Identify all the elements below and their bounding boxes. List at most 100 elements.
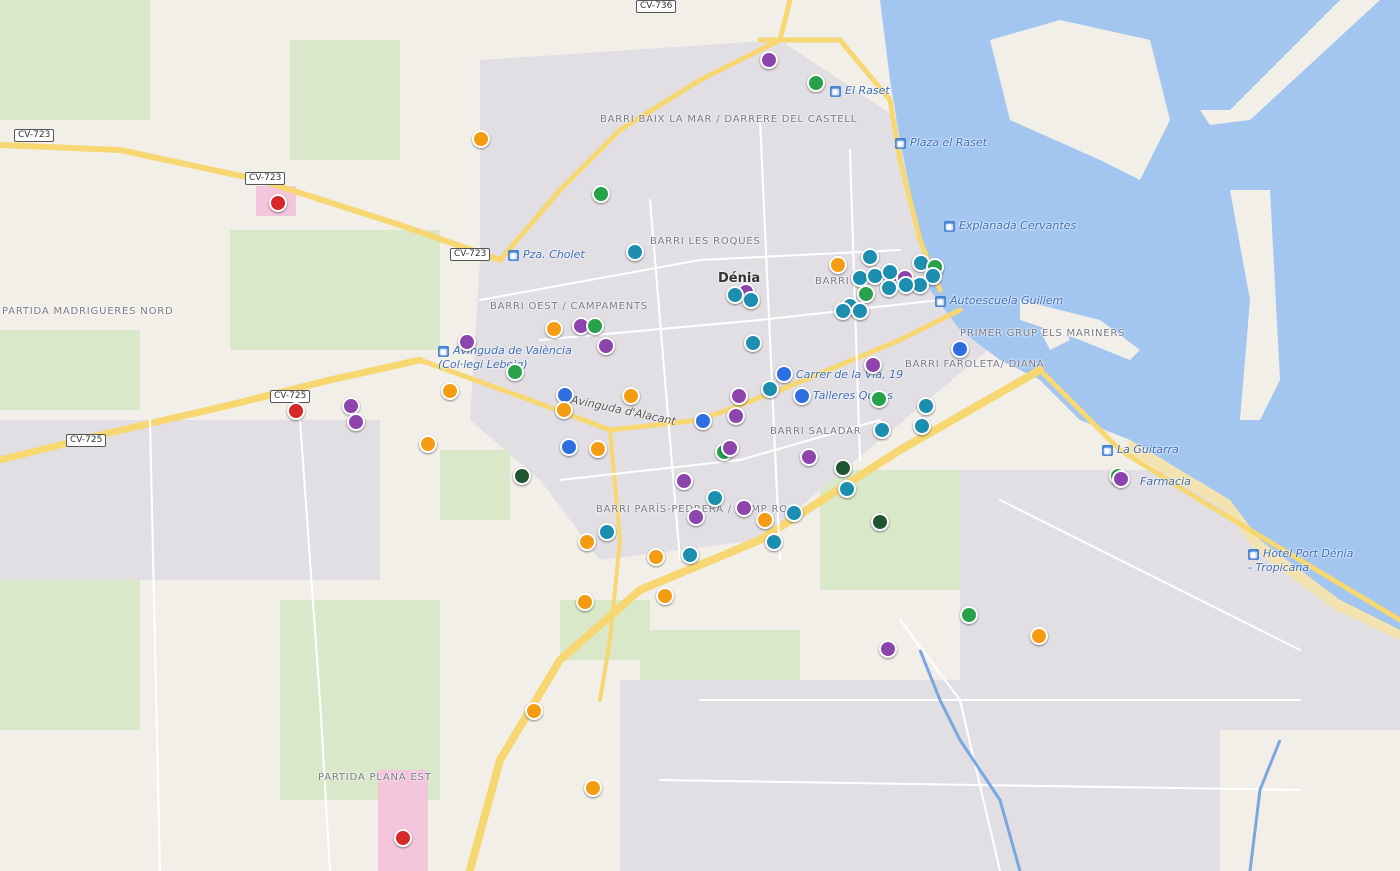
- town-label: Dénia: [718, 271, 761, 286]
- road-shield: CV-723: [14, 129, 55, 142]
- map-marker-teal[interactable]: [851, 302, 869, 320]
- map-canvas[interactable]: BARRI BAIX LA MAR / DARRERE DEL CASTELL …: [0, 0, 1400, 871]
- map-marker-orange[interactable]: [419, 435, 437, 453]
- map-marker-teal[interactable]: [861, 248, 879, 266]
- map-marker-purple[interactable]: [879, 640, 897, 658]
- map-marker-purple[interactable]: [721, 439, 739, 457]
- district-label: BARRI OEST / CAMPAMENTS: [490, 301, 649, 312]
- poi-farmacia[interactable]: Farmacia: [1140, 475, 1191, 488]
- map-marker-orange[interactable]: [756, 511, 774, 529]
- map-marker-blue[interactable]: [793, 387, 811, 405]
- map-marker-teal[interactable]: [598, 523, 616, 541]
- poi-el-raset[interactable]: ▣ El Raset: [830, 84, 890, 97]
- district-label: BARRI LES ROQUES: [650, 236, 761, 247]
- map-marker-purple[interactable]: [727, 407, 745, 425]
- map-marker-green[interactable]: [586, 317, 604, 335]
- map-marker-teal[interactable]: [880, 279, 898, 297]
- map-marker-teal[interactable]: [761, 380, 779, 398]
- map-marker-teal[interactable]: [834, 302, 852, 320]
- map-marker-blue[interactable]: [951, 340, 969, 358]
- map-marker-orange[interactable]: [622, 387, 640, 405]
- map-marker-teal[interactable]: [897, 276, 915, 294]
- map-marker-teal[interactable]: [785, 504, 803, 522]
- map-marker-purple[interactable]: [347, 413, 365, 431]
- map-marker-teal[interactable]: [873, 421, 891, 439]
- map-marker-purple[interactable]: [735, 499, 753, 517]
- map-marker-orange[interactable]: [545, 320, 563, 338]
- pink-area: [378, 770, 428, 871]
- basemap: [0, 0, 1400, 871]
- map-marker-orange[interactable]: [525, 702, 543, 720]
- poi-la-guitarra[interactable]: ▣ La Guitarra: [1102, 443, 1179, 456]
- map-marker-blue[interactable]: [775, 365, 793, 383]
- map-marker-red[interactable]: [287, 402, 305, 420]
- map-marker-green[interactable]: [592, 185, 610, 203]
- bus-stop-icon: ▣: [944, 220, 955, 232]
- map-marker-purple[interactable]: [760, 51, 778, 69]
- map-marker-green[interactable]: [857, 285, 875, 303]
- map-marker-purple[interactable]: [800, 448, 818, 466]
- map-marker-red[interactable]: [269, 194, 287, 212]
- road-shield: CV-723: [245, 172, 286, 185]
- map-marker-teal[interactable]: [765, 533, 783, 551]
- map-marker-orange[interactable]: [441, 382, 459, 400]
- district-label: PARTIDA MADRIGUERES NORD: [2, 305, 173, 318]
- poi-autoescuela[interactable]: ▣ Autoescuela Guillem: [935, 294, 1063, 307]
- road-shield: CV-725: [66, 434, 107, 447]
- map-marker-dark-green[interactable]: [513, 467, 531, 485]
- map-marker-purple[interactable]: [687, 508, 705, 526]
- map-marker-teal[interactable]: [917, 397, 935, 415]
- map-marker-orange[interactable]: [829, 256, 847, 274]
- bus-stop-icon: ▣: [895, 137, 906, 149]
- map-marker-orange[interactable]: [1030, 627, 1048, 645]
- map-marker-green[interactable]: [807, 74, 825, 92]
- map-marker-teal[interactable]: [726, 286, 744, 304]
- map-marker-orange[interactable]: [472, 130, 490, 148]
- map-marker-orange[interactable]: [656, 587, 674, 605]
- map-marker-purple[interactable]: [675, 472, 693, 490]
- map-marker-purple[interactable]: [597, 337, 615, 355]
- district-label: PRIMER GRUP ELS MARINERS: [960, 328, 1126, 339]
- bus-stop-icon: ▣: [1102, 444, 1113, 456]
- bus-stop-icon: ▣: [935, 295, 946, 307]
- poi-carrer-de-la-via[interactable]: Carrer de la Via, 19: [796, 368, 903, 381]
- map-marker-orange[interactable]: [578, 533, 596, 551]
- map-marker-teal[interactable]: [744, 334, 762, 352]
- map-marker-orange[interactable]: [647, 548, 665, 566]
- bus-stop-icon: ▣: [508, 249, 519, 261]
- map-marker-purple[interactable]: [1112, 470, 1130, 488]
- map-marker-red[interactable]: [394, 829, 412, 847]
- poi-hotel-port-denia[interactable]: ▣ Hotel Port Dénia - Tropicana: [1248, 547, 1358, 575]
- map-marker-orange[interactable]: [584, 779, 602, 797]
- map-marker-dark-green[interactable]: [871, 513, 889, 531]
- map-marker-purple[interactable]: [458, 333, 476, 351]
- map-marker-blue[interactable]: [560, 438, 578, 456]
- map-marker-orange[interactable]: [576, 593, 594, 611]
- map-marker-green[interactable]: [960, 606, 978, 624]
- district-label: PARTIDA PLANA EST: [318, 772, 432, 783]
- map-marker-purple[interactable]: [730, 387, 748, 405]
- map-marker-orange[interactable]: [589, 440, 607, 458]
- map-marker-green[interactable]: [506, 363, 524, 381]
- poi-explanada-cervantes[interactable]: ▣ Explanada Cervantes: [944, 219, 1076, 232]
- map-marker-purple[interactable]: [864, 356, 882, 374]
- bus-stop-icon: ▣: [830, 85, 841, 97]
- poi-pza-cholet[interactable]: ▣ Pza. Cholet: [508, 248, 585, 261]
- road-shield: CV-736: [636, 0, 677, 13]
- map-marker-teal[interactable]: [706, 489, 724, 507]
- district-label: BARRI BAIX LA MAR / DARRERE DEL CASTELL: [600, 113, 856, 126]
- district-label: BARRI SALADAR: [770, 426, 862, 437]
- map-marker-teal[interactable]: [913, 417, 931, 435]
- district-label: BARRI FAROLETA/ DIANA: [905, 359, 1045, 370]
- map-marker-blue[interactable]: [694, 412, 712, 430]
- bus-stop-icon: ▣: [438, 345, 449, 357]
- poi-plaza-el-raset[interactable]: ▣ Plaza el Raset: [895, 136, 987, 149]
- map-marker-green[interactable]: [870, 390, 888, 408]
- map-marker-orange[interactable]: [555, 401, 573, 419]
- map-marker-teal[interactable]: [626, 243, 644, 261]
- map-marker-dark-green[interactable]: [834, 459, 852, 477]
- bus-stop-icon: ▣: [1248, 548, 1259, 560]
- map-marker-teal[interactable]: [681, 546, 699, 564]
- map-marker-teal[interactable]: [742, 291, 760, 309]
- map-marker-teal[interactable]: [838, 480, 856, 498]
